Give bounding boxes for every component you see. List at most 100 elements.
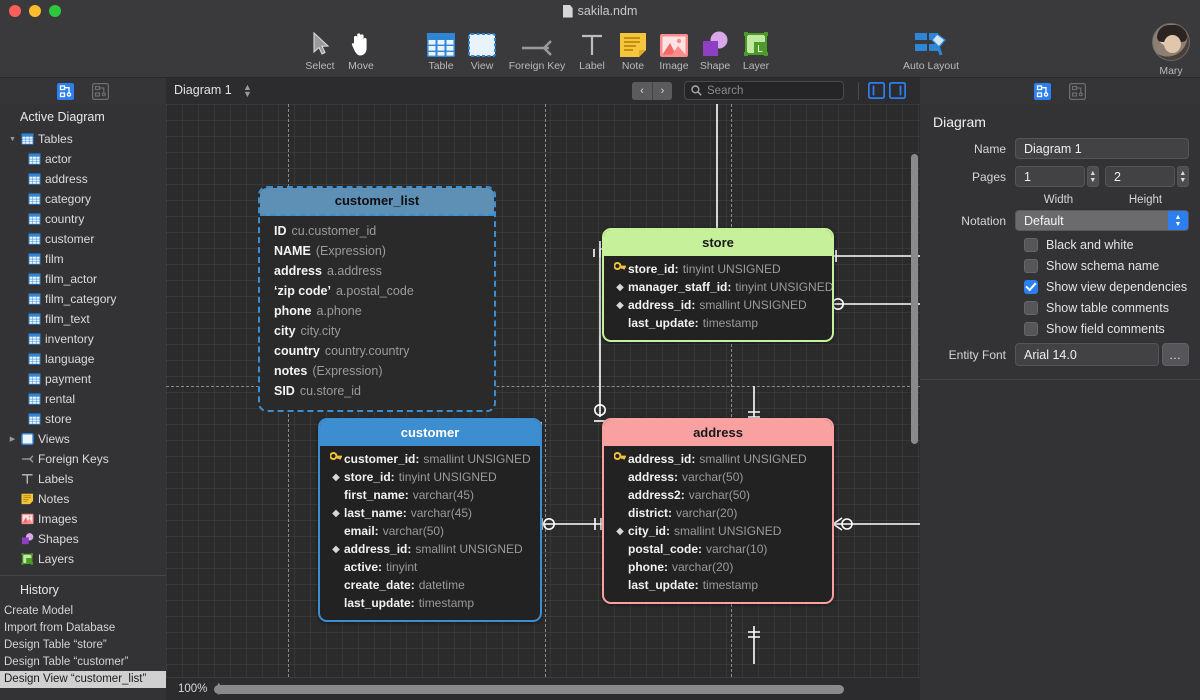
history-item[interactable]: Create Model bbox=[0, 603, 166, 620]
tool-layer[interactable]: L Layer bbox=[728, 25, 784, 72]
model-navigator-icon[interactable] bbox=[92, 82, 109, 100]
sidebar-item-labels[interactable]: Labels bbox=[0, 469, 166, 489]
table-field-row[interactable]: district: varchar(20) bbox=[604, 504, 832, 522]
history-item[interactable]: Design Table “customer” bbox=[0, 654, 166, 671]
diagram-selector-stepper[interactable]: ▲ ▼ bbox=[243, 83, 252, 99]
table-entity-address[interactable]: address address_id: smallint UNSIGNED addr… bbox=[602, 418, 834, 604]
sidebar-item-customer[interactable]: customer bbox=[0, 229, 166, 249]
table-field-row[interactable]: ◆ address_id: smallint UNSIGNED bbox=[604, 296, 832, 314]
pages-height-stepper[interactable]: ▲ ▼ bbox=[1176, 166, 1189, 187]
sidebar-item-film[interactable]: film bbox=[0, 249, 166, 269]
table-field-row[interactable]: phone: varchar(20) bbox=[604, 558, 832, 576]
nav-forward-button[interactable]: › bbox=[652, 82, 672, 100]
split-right-icon[interactable] bbox=[889, 82, 906, 99]
sidebar-item-language[interactable]: language bbox=[0, 349, 166, 369]
view-field-row[interactable]: phone a.phone bbox=[260, 301, 494, 321]
pages-height-input[interactable]: 2 bbox=[1105, 166, 1175, 187]
checkbox-box[interactable] bbox=[1024, 280, 1038, 294]
diagram-canvas-area[interactable]: customer_list ID cu.customer_id NAME (Expre… bbox=[166, 104, 920, 700]
table-field-row[interactable]: active: tinyint bbox=[320, 558, 540, 576]
view-field-row[interactable]: SID cu.store_id bbox=[260, 381, 494, 401]
sidebar-item-images[interactable]: Images bbox=[0, 509, 166, 529]
checkbox-show-schema-name[interactable]: Show schema name bbox=[1024, 259, 1200, 273]
sidebar-item-film_text[interactable]: film_text bbox=[0, 309, 166, 329]
table-field-row[interactable]: ◆ address_id: smallint UNSIGNED bbox=[320, 540, 540, 558]
table-field-row[interactable]: ◆ city_id: smallint UNSIGNED bbox=[604, 522, 832, 540]
checkbox-show-table-comments[interactable]: Show table comments bbox=[1024, 301, 1200, 315]
model-inspector-icon[interactable] bbox=[1069, 82, 1086, 100]
sidebar-item-notes[interactable]: Notes bbox=[0, 489, 166, 509]
sidebar-item-rental[interactable]: rental bbox=[0, 389, 166, 409]
tool-move[interactable]: Move bbox=[333, 25, 389, 72]
table-field-row[interactable]: last_update: timestamp bbox=[604, 576, 832, 594]
sidebar-item-store[interactable]: store bbox=[0, 409, 166, 429]
table-field-row[interactable]: email: varchar(50) bbox=[320, 522, 540, 540]
table-field-row[interactable]: last_update: timestamp bbox=[604, 314, 832, 332]
history-item[interactable]: Design Table “store” bbox=[0, 637, 166, 654]
sidebar-item-actor[interactable]: actor bbox=[0, 149, 166, 169]
user-account[interactable]: Mary bbox=[1143, 22, 1199, 77]
table-field-row[interactable]: ◆ store_id: tinyint UNSIGNED bbox=[320, 468, 540, 486]
entity-font-picker-button[interactable]: … bbox=[1162, 343, 1189, 366]
sidebar-item-layers[interactable]: Layers bbox=[0, 549, 166, 569]
table-field-row[interactable]: customer_id: smallint UNSIGNED bbox=[320, 450, 540, 468]
sidebar-item-shapes[interactable]: Shapes bbox=[0, 529, 166, 549]
view-field-row[interactable]: notes (Expression) bbox=[260, 361, 494, 381]
table-field-row[interactable]: store_id: tinyint UNSIGNED bbox=[604, 260, 832, 278]
pages-width-stepper[interactable]: ▲ ▼ bbox=[1086, 166, 1099, 187]
sidebar-item-category[interactable]: category bbox=[0, 189, 166, 209]
checkbox-box[interactable] bbox=[1024, 259, 1038, 273]
view-field-row[interactable]: address a.address bbox=[260, 261, 494, 281]
history-item[interactable]: Import from Database bbox=[0, 620, 166, 637]
chevron-right-icon[interactable]: ▶ bbox=[8, 435, 17, 443]
sidebar-item-foreign-keys[interactable]: Foreign Keys bbox=[0, 449, 166, 469]
view-field-row[interactable]: ‘zip code’ a.postal_code bbox=[260, 281, 494, 301]
view-entity-customer-list[interactable]: customer_list ID cu.customer_id NAME (Expre… bbox=[258, 186, 496, 412]
checkbox-box[interactable] bbox=[1024, 238, 1038, 252]
table-entity-customer[interactable]: customer customer_id: smallint UNSIGNED ◆ s… bbox=[318, 418, 542, 622]
checkbox-show-view-dependencies[interactable]: Show view dependencies bbox=[1024, 280, 1200, 294]
tool-auto-layout[interactable]: Auto Layout bbox=[881, 25, 981, 72]
search-input[interactable]: Search bbox=[684, 81, 844, 100]
chevron-down-icon[interactable]: ▼ bbox=[8, 136, 17, 143]
table-entity-store[interactable]: store store_id: tinyint UNSIGNED ◆ manager_… bbox=[602, 228, 834, 342]
checkbox-box[interactable] bbox=[1024, 301, 1038, 315]
pages-width-input[interactable]: 1 bbox=[1015, 166, 1085, 187]
canvas-horizontal-scrollbar[interactable] bbox=[214, 685, 914, 694]
view-field-row[interactable]: country country.country bbox=[260, 341, 494, 361]
table-field-row[interactable]: ◆ last_name: varchar(45) bbox=[320, 504, 540, 522]
sidebar-item-inventory[interactable]: inventory bbox=[0, 329, 166, 349]
table-field-row[interactable]: first_name: varchar(45) bbox=[320, 486, 540, 504]
diagram-navigator-icon[interactable] bbox=[57, 82, 74, 100]
sidebar-item-country[interactable]: country bbox=[0, 209, 166, 229]
view-field-row[interactable]: city city.city bbox=[260, 321, 494, 341]
sidebar-item-views[interactable]: ▶ Views bbox=[0, 429, 166, 449]
table-field-row[interactable]: address2: varchar(50) bbox=[604, 486, 832, 504]
entity-font-value[interactable]: Arial 14.0 bbox=[1015, 343, 1159, 366]
table-field-row[interactable]: last_update: timestamp bbox=[320, 594, 540, 612]
sidebar-item-film_actor[interactable]: film_actor bbox=[0, 269, 166, 289]
diagram-canvas[interactable]: customer_list ID cu.customer_id NAME (Expre… bbox=[166, 104, 920, 677]
active-diagram-name[interactable]: Diagram 1 bbox=[174, 83, 232, 97]
table-field-row[interactable]: ◆ manager_staff_id: tinyint UNSIGNED bbox=[604, 278, 832, 296]
sidebar-item-tables[interactable]: ▼ Tables bbox=[0, 129, 166, 149]
sidebar-item-payment[interactable]: payment bbox=[0, 369, 166, 389]
diagram-inspector-icon[interactable] bbox=[1034, 82, 1051, 100]
history-item[interactable]: Design View “customer_list” bbox=[0, 671, 166, 688]
sidebar-item-address[interactable]: address bbox=[0, 169, 166, 189]
nav-back-button[interactable]: ‹ bbox=[632, 82, 652, 100]
sidebar-item-film_category[interactable]: film_category bbox=[0, 289, 166, 309]
split-left-icon[interactable] bbox=[868, 82, 885, 99]
table-field-row[interactable]: address: varchar(50) bbox=[604, 468, 832, 486]
notation-select[interactable]: Default ▲ ▼ bbox=[1015, 210, 1189, 231]
checkbox-black-and-white[interactable]: Black and white bbox=[1024, 238, 1200, 252]
canvas-vertical-scrollbar[interactable] bbox=[911, 154, 918, 444]
checkbox-show-field-comments[interactable]: Show field comments bbox=[1024, 322, 1200, 336]
table-field-row[interactable]: postal_code: varchar(10) bbox=[604, 540, 832, 558]
checkbox-box[interactable] bbox=[1024, 322, 1038, 336]
scrollbar-thumb[interactable] bbox=[214, 685, 844, 694]
diagram-name-input[interactable]: Diagram 1 bbox=[1015, 138, 1189, 159]
view-field-row[interactable]: ID cu.customer_id bbox=[260, 221, 494, 241]
table-field-row[interactable]: create_date: datetime bbox=[320, 576, 540, 594]
view-field-row[interactable]: NAME (Expression) bbox=[260, 241, 494, 261]
